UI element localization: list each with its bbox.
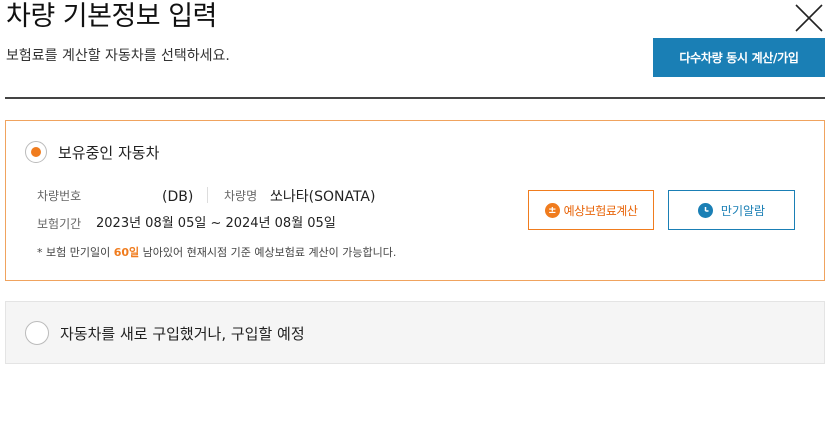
close-button[interactable]: [794, 3, 824, 33]
page-subtitle: 보험료를 계산할 자동차를 선택하세요.: [6, 48, 230, 64]
period-label: 보험기간: [37, 217, 82, 231]
expiry-alarm-label: 만기알람: [720, 203, 766, 218]
expiry-alarm-button[interactable]: 만기알람: [668, 190, 795, 230]
owned-car-radio[interactable]: [25, 141, 47, 163]
new-car-card[interactable]: 자동차를 새로 구입했거나, 구입할 예정: [5, 301, 825, 364]
owned-car-label: 보유중인 자동차: [58, 144, 160, 162]
car-name-value: 쏘나타(SONATA): [270, 189, 376, 205]
car-name-label: 차량명: [224, 189, 258, 203]
close-icon: [795, 4, 823, 32]
new-car-radio[interactable]: [25, 321, 49, 345]
plus-minus-icon: ±: [544, 202, 560, 218]
notice-days: 60일: [113, 246, 140, 259]
premium-calc-button[interactable]: ± 예상보험료계산: [528, 190, 654, 230]
new-car-label: 자동차를 새로 구입했거나, 구입할 예정: [60, 325, 305, 343]
premium-calc-label: 예상보험료계산: [563, 203, 638, 218]
clock-icon: [697, 202, 713, 218]
period-value: 2023년 08월 05일 ~ 2024년 08월 05일: [96, 216, 336, 231]
notice-suffix: 남아있어 현재시점 기준 예상보험료 계산이 가능합니다.: [139, 246, 397, 259]
plate-value: (DB): [162, 189, 194, 205]
notice-prefix: * 보험 만기일이: [37, 246, 114, 259]
info-separator: [207, 187, 208, 203]
owned-car-card[interactable]: 보유중인 자동차 차량번호 (DB) 차량명 쏘나타(SONATA) 보험기간 …: [5, 120, 825, 281]
header-divider: [5, 97, 825, 99]
multi-vehicle-button[interactable]: 다수차량 동시 계산/가입: [653, 38, 825, 77]
expiry-notice: * 보험 만기일이 60일 남아있어 현재시점 기준 예상보험료 계산이 가능합…: [37, 245, 396, 261]
page-title: 차량 기본정보 입력: [6, 1, 217, 32]
plate-label: 차량번호: [37, 189, 82, 203]
